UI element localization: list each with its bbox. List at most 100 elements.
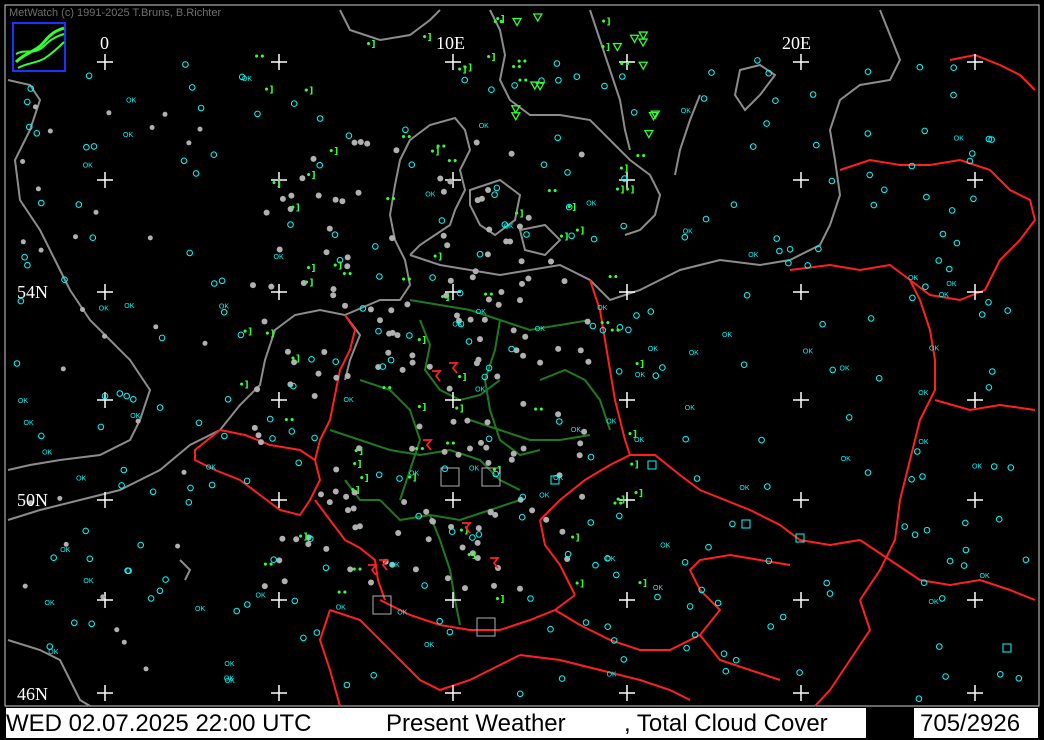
cloud-cover-symbol <box>182 61 189 68</box>
station-dot <box>149 125 155 130</box>
weather-symbol: •] <box>625 185 635 195</box>
clear-sky-label: OK <box>605 556 615 563</box>
cloud-cover-symbol <box>630 109 638 116</box>
station-dot <box>323 249 330 256</box>
cloud-cover-symbol <box>911 531 919 539</box>
weather-symbol: •• <box>483 291 495 301</box>
cloud-cover-symbol <box>137 541 144 549</box>
cloud-cover-symbol <box>582 619 590 626</box>
station-dot <box>485 459 492 466</box>
weather-symbol: •] <box>454 405 464 415</box>
cloud-cover-symbol <box>243 477 251 485</box>
station-dot <box>332 196 339 203</box>
clear-sky-label: OK <box>224 661 234 668</box>
station-dot <box>477 336 483 343</box>
cloud-cover-symbol <box>376 273 383 280</box>
cloud-cover-symbol <box>38 199 45 207</box>
cloud-cover-symbol <box>332 358 340 366</box>
cloud-cover-symbol <box>211 280 218 287</box>
station-dot <box>585 358 592 365</box>
station-dot <box>114 627 120 633</box>
station-dot <box>454 312 460 319</box>
cloud-cover-symbol <box>720 650 728 658</box>
cloud-cover-symbol <box>730 201 738 208</box>
station-dot <box>474 197 481 204</box>
station-dot <box>20 159 26 164</box>
cloud-cover-symbol <box>120 466 128 474</box>
station-dot <box>332 488 339 495</box>
station-dot <box>100 594 106 600</box>
station-dot <box>276 557 283 564</box>
clear-sky-label: OK <box>685 405 695 412</box>
cloud-cover-symbol <box>308 356 315 363</box>
station-dot <box>323 545 330 552</box>
cloud-cover-symbol <box>208 481 216 489</box>
cloud-cover-symbol <box>50 554 58 562</box>
country-borders <box>194 53 1037 707</box>
cloud-cover-symbol <box>372 243 379 250</box>
clear-sky-label: OK <box>48 649 58 656</box>
clear-sky-label: OK <box>918 390 928 397</box>
station-dot <box>478 439 484 446</box>
overcast-box <box>647 460 657 470</box>
weather-symbol: •• <box>284 416 296 426</box>
station-dot <box>147 235 153 241</box>
weather-symbol: •• <box>547 187 559 197</box>
cloud-cover-symbol <box>743 292 751 299</box>
station-dot <box>35 186 41 192</box>
thunderstorm-symbol <box>449 362 459 374</box>
station-dot <box>153 324 159 330</box>
cloud-cover-symbol <box>429 274 436 281</box>
station-dot <box>520 445 527 452</box>
weather-symbol: •] <box>486 53 496 63</box>
cloud-cover-symbol <box>33 130 41 137</box>
fog-box <box>476 617 496 637</box>
station-dot <box>559 528 566 535</box>
station-dot <box>484 419 491 426</box>
station-dot <box>102 333 108 339</box>
cloud-cover-symbol <box>86 555 94 563</box>
cloud-cover-symbol <box>767 623 775 630</box>
station-dot <box>343 493 350 500</box>
weather-symbol: •] <box>242 327 252 337</box>
cloud-cover-symbol <box>288 428 296 435</box>
clear-sky-label: OK <box>840 365 850 372</box>
cloud-cover-symbol <box>573 73 581 80</box>
cloud-cover-symbol <box>555 77 562 84</box>
cloud-cover-symbol <box>864 68 872 75</box>
cloud-cover-symbol <box>702 215 710 223</box>
station-dot <box>202 340 208 346</box>
clear-sky-label: OK <box>980 573 990 580</box>
weather-symbol: •] <box>627 430 637 440</box>
cloud-cover-symbol <box>316 115 324 122</box>
station-dot <box>80 307 85 312</box>
cloud-cover-symbol <box>625 326 632 334</box>
cloud-cover-symbol <box>83 143 90 151</box>
coastlines <box>7 9 902 707</box>
clear-sky-label: OK <box>452 322 462 329</box>
station-dot <box>395 530 402 536</box>
cloud-cover-symbol <box>601 82 608 90</box>
cloud-cover-symbol <box>867 315 875 322</box>
clear-sky-label: OK <box>476 309 486 316</box>
cloud-cover-symbol <box>269 435 276 442</box>
clear-sky-label: OK <box>954 136 964 143</box>
clear-sky-label: OK <box>475 386 485 393</box>
station-dot <box>510 327 517 334</box>
station-dot <box>520 352 527 359</box>
station-dot <box>350 505 357 512</box>
station-dot <box>491 582 497 589</box>
weather-symbol: •] <box>575 226 585 236</box>
shower-symbol <box>532 13 543 23</box>
status-overlay: , Total Cloud Cover <box>624 710 828 737</box>
cloud-cover-symbol <box>620 222 628 230</box>
station-dot <box>330 286 337 293</box>
cloud-cover-symbol <box>758 436 765 444</box>
cloud-cover-symbol <box>421 582 428 589</box>
station-dot <box>469 274 476 281</box>
station-dot <box>440 232 447 239</box>
clear-sky-label: OK <box>225 678 235 685</box>
clear-sky-label: OK <box>83 163 93 170</box>
cloud-cover-symbol <box>180 157 188 165</box>
station-dot <box>342 302 348 309</box>
